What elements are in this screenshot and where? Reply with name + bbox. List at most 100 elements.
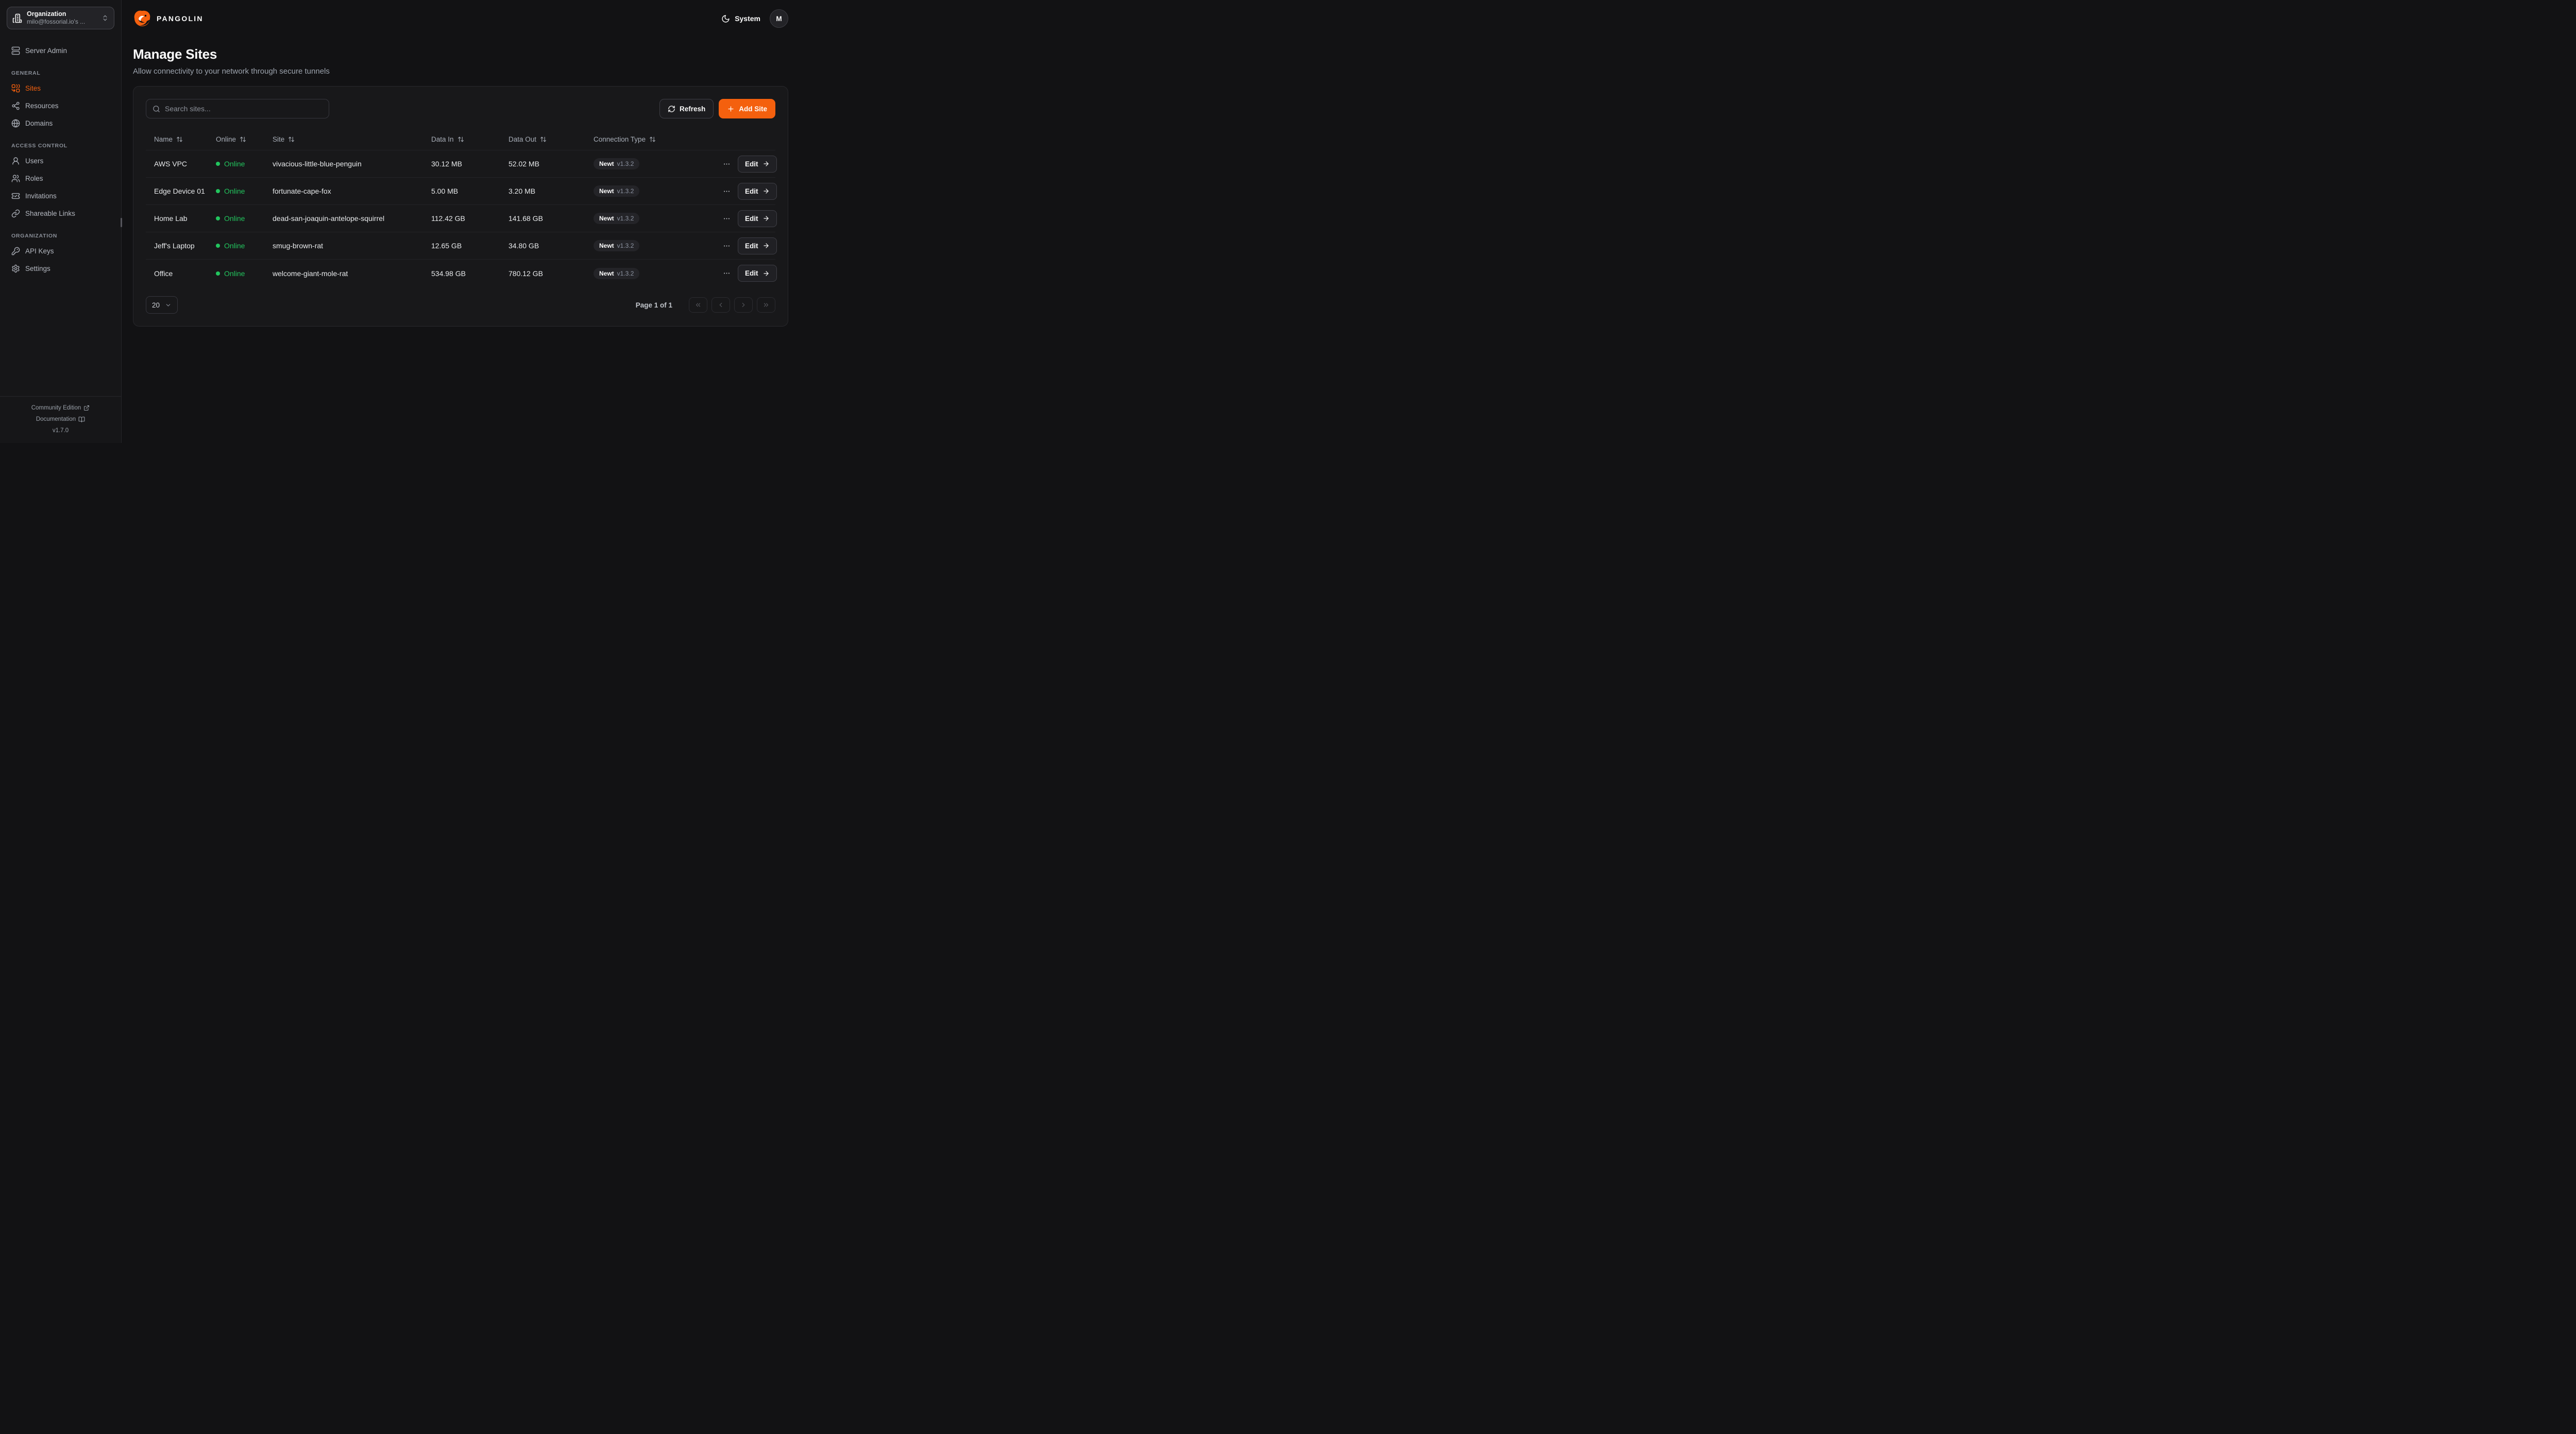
add-site-button[interactable]: Add Site [719, 99, 775, 118]
page-size-select[interactable]: 20 [146, 296, 178, 314]
row-menu-button[interactable] [719, 239, 735, 253]
main-area: PANGOLIN System M Manage Sites Allow con… [122, 0, 808, 443]
sidebar-item-domains[interactable]: Domains [7, 115, 114, 132]
edit-button-label: Edit [745, 215, 758, 223]
data-out-cell: 52.02 MB [509, 160, 589, 168]
column-header-online[interactable]: Online [216, 135, 268, 143]
row-actions: Edit [719, 210, 777, 227]
column-header-data-in[interactable]: Data In [431, 135, 504, 143]
brand: PANGOLIN [133, 9, 204, 28]
refresh-button[interactable]: Refresh [659, 99, 714, 118]
avatar[interactable]: M [770, 9, 788, 28]
community-edition-link[interactable]: Community Edition [0, 402, 121, 414]
ellipsis-icon [723, 215, 731, 223]
column-header-data-out[interactable]: Data Out [509, 135, 589, 143]
pagination: 20 Page 1 of 1 [146, 296, 775, 314]
connection-type-badge: Newt v1.3.2 [594, 185, 639, 197]
data-out-cell: 780.12 GB [509, 269, 589, 278]
data-out-cell: 3.20 MB [509, 187, 589, 195]
add-site-label: Add Site [739, 105, 767, 113]
column-label: Site [273, 135, 284, 143]
search-input[interactable] [165, 105, 323, 113]
section-label-access-control: ACCESS CONTROL [11, 143, 110, 149]
external-link-icon [83, 405, 90, 411]
site-status-cell: Online [216, 269, 268, 278]
previous-page-button[interactable] [711, 297, 730, 313]
gear-icon [11, 264, 20, 273]
sidebar-item-invitations[interactable]: Invitations [7, 187, 114, 204]
sidebar-resize-handle[interactable] [121, 218, 122, 227]
moon-icon [721, 14, 730, 23]
edit-button[interactable]: Edit [738, 265, 777, 282]
key-icon [11, 247, 20, 255]
site-name-cell: Edge Device 01 [154, 187, 212, 195]
site-slug-cell: smug-brown-rat [273, 242, 427, 250]
sidebar-item-settings[interactable]: Settings [7, 260, 114, 277]
row-menu-button[interactable] [719, 184, 735, 198]
connection-type-version: v1.3.2 [617, 160, 634, 167]
page-size-value: 20 [152, 301, 160, 309]
sort-icon [540, 136, 547, 143]
connection-type-version: v1.3.2 [617, 242, 634, 249]
sidebar-item-sites[interactable]: Sites [7, 80, 114, 97]
page-label: Page 1 of 1 [636, 301, 672, 309]
site-name-cell: Jeff's Laptop [154, 242, 212, 250]
page-content: Manage Sites Allow connectivity to your … [122, 35, 808, 327]
sidebar-item-users[interactable]: Users [7, 152, 114, 169]
org-selector-title: Organization [27, 10, 97, 18]
pagination-right: Page 1 of 1 [636, 297, 775, 313]
column-header-name[interactable]: Name [154, 135, 212, 143]
edit-button[interactable]: Edit [738, 156, 777, 173]
combine-icon [11, 84, 20, 93]
column-header-site[interactable]: Site [273, 135, 427, 143]
sidebar-footer: Community Edition Documentation v1.7.0 [0, 396, 121, 443]
site-status-cell: Online [216, 242, 268, 250]
site-slug-cell: fortunate-cape-fox [273, 187, 427, 195]
next-page-button[interactable] [734, 297, 753, 313]
row-actions: Edit [719, 265, 777, 282]
sites-table: Name Online Site Data In [146, 129, 775, 287]
app-version: v1.7.0 [0, 425, 121, 436]
site-slug-cell: vivacious-little-blue-penguin [273, 160, 427, 168]
arrow-right-icon [762, 242, 770, 249]
first-page-button[interactable] [689, 297, 707, 313]
row-actions: Edit [719, 156, 777, 173]
column-header-connection-type[interactable]: Connection Type [594, 135, 715, 143]
edit-button[interactable]: Edit [738, 183, 777, 200]
org-selector-texts: Organization milo@fossorial.io's ... [27, 10, 97, 26]
connection-type-cell: Newt v1.3.2 [594, 213, 715, 224]
row-menu-button[interactable] [719, 212, 735, 226]
sort-icon [457, 136, 464, 143]
online-status-dot [216, 271, 220, 276]
sidebar-item-server-admin[interactable]: Server Admin [7, 42, 114, 59]
connection-type-cell: Newt v1.3.2 [594, 158, 715, 169]
connection-type-badge: Newt v1.3.2 [594, 213, 639, 224]
row-menu-button[interactable] [719, 157, 735, 171]
online-status-dot [216, 162, 220, 166]
site-slug-cell: welcome-giant-mole-rat [273, 269, 427, 278]
org-selector[interactable]: Organization milo@fossorial.io's ... [7, 7, 114, 29]
last-page-button[interactable] [757, 297, 775, 313]
data-in-cell: 12.65 GB [431, 242, 504, 250]
header-right: System M [721, 9, 788, 28]
sidebar-item-label: Resources [25, 101, 59, 111]
sidebar-item-roles[interactable]: Roles [7, 170, 114, 187]
site-status-cell: Online [216, 214, 268, 223]
sidebar-item-resources[interactable]: Resources [7, 97, 114, 114]
ellipsis-icon [723, 187, 731, 195]
sidebar-item-shareable-links[interactable]: Shareable Links [7, 205, 114, 222]
theme-toggle[interactable]: System [721, 14, 760, 23]
section-label-organization: ORGANIZATION [11, 233, 110, 239]
app-window: Organization milo@fossorial.io's ... Ser… [0, 0, 808, 443]
edit-button-label: Edit [745, 269, 758, 277]
connection-type-badge: Newt v1.3.2 [594, 268, 639, 279]
edit-button[interactable]: Edit [738, 237, 777, 254]
site-status-cell: Online [216, 160, 268, 168]
row-menu-button[interactable] [719, 266, 735, 280]
documentation-link[interactable]: Documentation [0, 414, 121, 425]
edit-button[interactable]: Edit [738, 210, 777, 227]
community-edition-label: Community Edition [31, 402, 81, 414]
main-header: PANGOLIN System M [122, 0, 808, 35]
toolbar-buttons: Refresh Add Site [659, 99, 775, 118]
sidebar-item-api-keys[interactable]: API Keys [7, 243, 114, 260]
